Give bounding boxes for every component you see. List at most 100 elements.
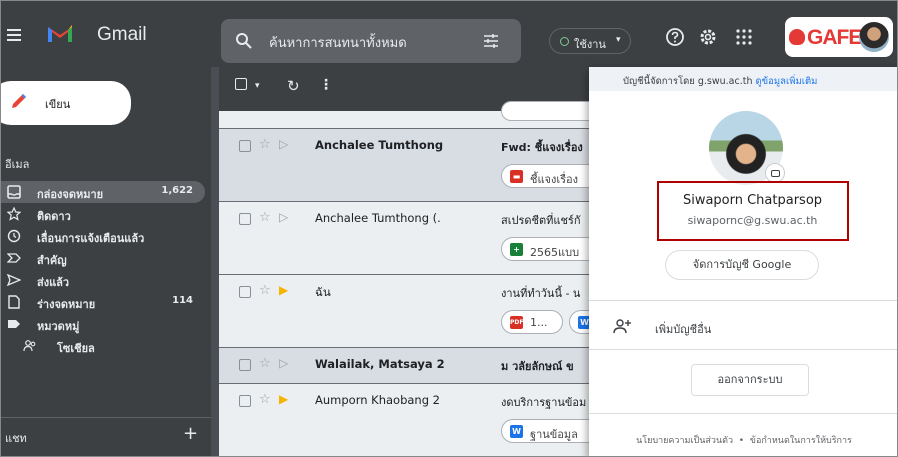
sidebar-item-label: ติดดาว	[37, 210, 71, 223]
row-checkbox[interactable]	[239, 286, 251, 298]
avatar[interactable]	[859, 22, 889, 52]
pencil-icon	[12, 94, 26, 108]
draft-icon	[8, 295, 20, 309]
table-row[interactable]: ☆ ▷ Walailak, Matsaya 2 ม วลัยลักษณ์ ข	[219, 348, 599, 384]
star-icon[interactable]: ☆	[259, 283, 271, 298]
sidebar-item-starred[interactable]: ติดดาว	[1, 203, 205, 225]
sidebar-item-snoozed[interactable]: เลื่อนการแจ้งเตือนแล้ว	[1, 225, 205, 247]
compose-button[interactable]: เขียน	[1, 81, 131, 125]
search-input[interactable]: ค้นหาการสนทนาทั้งหมด	[269, 32, 407, 53]
star-icon[interactable]: ☆	[259, 137, 271, 152]
email-sender: Aumporn Khaobang 2	[315, 393, 440, 407]
managed-account-banner: บัญชีนี้จัดการโดย g.swu.ac.th ดูข้อมูลเพ…	[589, 67, 897, 91]
more-options-icon[interactable]: ⋮	[319, 77, 333, 93]
row-checkbox[interactable]	[239, 213, 251, 225]
row-checkbox[interactable]	[239, 359, 251, 371]
sidebar-item-label: กล่องจดหมาย	[37, 188, 104, 201]
row-checkbox[interactable]	[239, 395, 251, 407]
account-button[interactable]: GAFE	[785, 17, 893, 57]
status-label: ใช้งาน	[574, 38, 606, 51]
account-email: siwapornc@g.swu.ac.th	[687, 214, 818, 227]
select-all-checkbox[interactable]	[235, 78, 247, 90]
search-bar[interactable]: ค้นหาการสนทนาทั้งหมด	[221, 19, 521, 63]
word-icon: W	[510, 425, 523, 438]
email-sender: ฉัน	[315, 285, 331, 299]
sidebar-item-inbox[interactable]: กล่องจดหมาย 1,622	[1, 181, 205, 203]
search-icon[interactable]	[235, 32, 253, 50]
email-subject: สเปรดชีตที่แชร์กั	[501, 214, 581, 227]
add-person-icon	[613, 319, 631, 334]
important-marker-icon[interactable]: ▶	[279, 392, 288, 406]
help-icon[interactable]	[665, 27, 685, 47]
table-row[interactable]: ☆ ▷ Anchalee Tumthong (. สเปรดชีตที่แชร์…	[219, 202, 611, 275]
settings-gear-icon[interactable]	[698, 27, 718, 47]
people-icon	[23, 340, 36, 352]
learn-more-link[interactable]: ดูข้อมูลเพิ่มเติม	[756, 76, 818, 87]
camera-icon[interactable]	[765, 163, 785, 183]
apps-grid-icon[interactable]	[734, 27, 754, 47]
label-icon	[8, 320, 20, 328]
account-name: Siwaporn Chatparsop	[682, 193, 823, 208]
sidebar-item-social[interactable]: โซเชียล	[1, 335, 205, 357]
clock-icon	[7, 229, 21, 243]
email-subject: Fwd: ชี้แจงเรื่อง	[501, 141, 583, 154]
send-icon	[7, 273, 21, 287]
sidebar-item-label: เลื่อนการแจ้งเตือนแล้ว	[37, 232, 145, 245]
main-menu-icon[interactable]	[7, 29, 21, 41]
star-icon	[7, 207, 21, 221]
new-chat-plus-icon[interactable]: +	[183, 423, 198, 444]
sidebar-item-important[interactable]: สำคัญ	[1, 247, 205, 269]
email-subject: งดบริการฐานข้อม	[501, 396, 587, 409]
important-marker-icon[interactable]: ▷	[279, 137, 288, 151]
star-icon[interactable]: ☆	[259, 356, 271, 371]
terms-of-service-link[interactable]: ข้อกำหนดในการให้บริการ	[750, 436, 852, 446]
account-identity-highlight: Siwaporn Chatparsop siwapornc@g.swu.ac.t…	[657, 181, 849, 241]
privacy-policy-link[interactable]: นโยบายความเป็นส่วนตัว	[636, 436, 733, 446]
status-dropdown[interactable]: ใช้งาน ▾	[549, 28, 631, 54]
gafe-logo-icon	[789, 29, 805, 45]
sidebar-item-categories[interactable]: หมวดหมู่	[1, 313, 205, 335]
gmail-logo-icon[interactable]	[47, 23, 73, 43]
important-marker-icon[interactable]: ▷	[279, 210, 288, 224]
manage-google-account-button[interactable]: จัดการบัญชี Google	[665, 250, 819, 280]
table-row[interactable]: ☆ ▶ ฉัน งานที่ทำวันนี้ - น PDF 1... W	[219, 275, 609, 348]
attachment-name: ชี้แจงเรื่อง	[530, 173, 579, 186]
slides-icon: ▬	[510, 170, 523, 183]
attachment-name: 1...	[530, 316, 548, 329]
chat-section-label: แชท	[5, 432, 27, 445]
email-sender: Walailak, Matsaya 2	[315, 357, 445, 371]
table-row[interactable]: ☆ ▷ Anchalee Tumthong Fwd: ชี้แจงเรื่อง …	[219, 129, 611, 202]
gmail-window: Gmail ค้นหาการสนทนาทั้งหมด ใช้งาน ▾ GAFE…	[0, 0, 898, 457]
attachment-chip[interactable]: PDF 1...	[501, 310, 563, 334]
sidebar-item-label: สำคัญ	[37, 254, 67, 267]
important-marker-icon[interactable]: ▷	[279, 356, 288, 370]
top-bar: Gmail ค้นหาการสนทนาทั้งหมด ใช้งาน ▾ GAFE	[1, 1, 897, 67]
sign-out-button[interactable]: ออกจากระบบ	[691, 364, 809, 396]
table-row[interactable]	[219, 101, 601, 129]
sidebar-item-drafts[interactable]: ร่างจดหมาย 114	[1, 291, 205, 313]
attachment-name: 2565แบบ	[530, 246, 580, 259]
important-marker-icon[interactable]: ▶	[279, 283, 288, 297]
org-logo-text: GAFE	[807, 26, 862, 49]
select-dropdown-icon[interactable]: ▾	[255, 81, 260, 91]
sidebar-item-label: หมวดหมู่	[37, 320, 80, 333]
email-subject: ม วลัยลักษณ์ ข	[501, 360, 574, 373]
search-options-icon[interactable]	[483, 33, 499, 49]
pdf-icon: PDF	[510, 316, 523, 329]
row-checkbox[interactable]	[239, 140, 251, 152]
refresh-icon[interactable]: ↻	[287, 77, 300, 95]
compose-label: เขียน	[45, 98, 71, 111]
star-icon[interactable]: ☆	[259, 392, 271, 407]
sidebar-divider	[1, 417, 211, 418]
chevron-down-icon: ▾	[616, 35, 621, 45]
app-name: Gmail	[97, 24, 147, 45]
unread-count: 1,622	[161, 185, 193, 196]
sidebar-item-sent[interactable]: ส่งแล้ว	[1, 269, 205, 291]
attachment-chip[interactable]	[501, 101, 601, 121]
popup-divider	[589, 349, 897, 350]
table-row[interactable]: ☆ ▶ Aumporn Khaobang 2 งดบริการฐานข้อม W…	[219, 384, 611, 456]
important-icon	[7, 253, 21, 263]
popup-divider	[589, 300, 897, 301]
star-icon[interactable]: ☆	[259, 210, 271, 225]
mail-section-label: อีเมล	[5, 158, 30, 171]
